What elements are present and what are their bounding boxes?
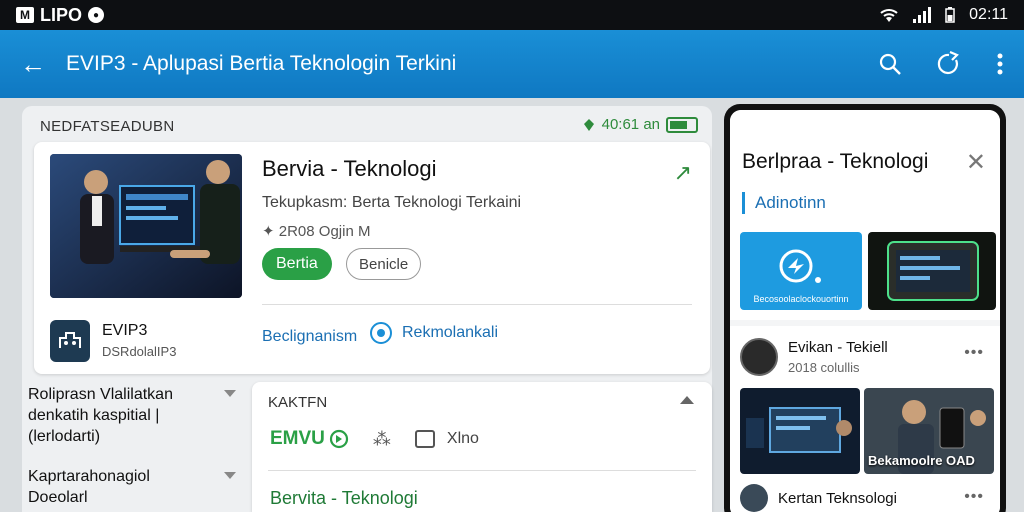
chat-action[interactable]: Xlno	[414, 430, 479, 448]
avatar	[740, 484, 768, 512]
featured-thumbnail[interactable]	[50, 154, 242, 298]
expand2-line1: Kaprtarahonagiol	[28, 468, 150, 485]
list-item-name: Evikan - Tekiell	[788, 339, 888, 356]
chat-icon	[414, 430, 435, 448]
target-icon	[370, 322, 392, 344]
chevron-down-icon	[224, 390, 236, 397]
phone-list: Evikan - Tekiell 2018 colullis ••• Bekam…	[730, 326, 1000, 512]
tab-indicator	[742, 192, 745, 214]
app-icon	[50, 320, 90, 362]
meta-icon: ✦	[262, 223, 279, 240]
chevron-down-icon	[224, 472, 236, 479]
card-link-1[interactable]: Beclignanism	[262, 328, 357, 346]
card-divider	[262, 304, 692, 305]
card-meta: ✦ 2R08 Ogjin M	[262, 222, 370, 240]
phone-tab-label: Adinotinn	[755, 193, 826, 212]
list-item[interactable]: Kertan Teknsologi	[740, 484, 897, 512]
chat-label: Xlno	[446, 430, 479, 447]
status-bar: M LIPO ● 02:11	[0, 0, 1024, 30]
more-horiz-icon[interactable]: •••	[964, 344, 984, 362]
more-horiz-icon[interactable]: •••	[964, 488, 984, 506]
primary-button[interactable]: Bertia	[262, 248, 332, 280]
status-time: 02:11	[969, 6, 1008, 23]
phone-tab[interactable]: Adinotinn	[742, 192, 826, 214]
people-icon[interactable]: ⁂	[373, 429, 391, 450]
secondary-card: KAKTFN EMVU ⁂ Xlno Bervita - Teknologi	[252, 382, 712, 512]
phone-title: Berlpraa - Teknologi	[742, 150, 929, 173]
list-image-1[interactable]	[740, 388, 860, 474]
list-item[interactable]: Evikan - Tekiell 2018 colullis	[740, 338, 888, 376]
list-image-2-caption: Bekamoolre OAD	[868, 453, 975, 468]
expandable-item-2[interactable]: Kaprtarahonagiol Doeolarl	[28, 466, 236, 508]
phone-panel: Berlpraa - Teknologi ✕ Adinotinn Becosoo…	[724, 104, 1006, 512]
wifi-icon	[880, 9, 898, 22]
list-item-sub: 2018 colullis	[788, 360, 860, 375]
secondary-footer-title[interactable]: Bervita - Teknologi	[270, 488, 418, 509]
green-label-group[interactable]: EMVU	[270, 428, 349, 450]
chevron-up-icon[interactable]	[680, 396, 694, 404]
back-arrow-icon[interactable]: ←	[20, 49, 60, 80]
outline-button[interactable]: Benicle	[346, 248, 422, 280]
panel-status-text: 40:61 an	[601, 116, 660, 133]
battery-status-icon	[945, 7, 955, 23]
close-icon[interactable]: ✕	[966, 148, 986, 177]
avatar	[740, 338, 778, 376]
more-vert-icon[interactable]	[996, 52, 1004, 76]
card-meta-text: 2R08 Ogjin M	[278, 223, 371, 240]
refresh-icon[interactable]	[936, 51, 962, 77]
search-icon[interactable]	[878, 52, 902, 76]
app-title: EVIP3 - Aplupasi Bertia Teknologin Terki…	[66, 52, 457, 75]
green-label: EMVU	[270, 428, 325, 449]
card-title: Bervia - Teknologi	[262, 156, 437, 181]
notification-icon: ●	[88, 7, 105, 23]
app-info[interactable]: EVIP3 DSRdolalIP3	[50, 320, 176, 362]
device-tile[interactable]	[868, 232, 996, 310]
panel-status: 40:61 an	[582, 116, 698, 133]
card-link-2-label: Rekmolankali	[402, 324, 499, 341]
battery-icon	[666, 116, 698, 133]
signal-icon	[913, 7, 932, 23]
brand-text: LIPO	[40, 4, 83, 25]
brand-badge: M	[16, 7, 34, 23]
secondary-card-header: KAKTFN	[268, 394, 328, 411]
panel-header: NEDFATSEADUBN	[40, 118, 175, 135]
secondary-divider	[268, 470, 696, 471]
phone-top-section: Berlpraa - Teknologi ✕ Adinotinn Becosoo…	[730, 110, 1000, 320]
card-subtitle: Tekupkasm: Berta Teknologi Terkaini	[262, 194, 522, 211]
list-item-name: Kertan Teknsologi	[778, 489, 897, 507]
refresh-green-icon	[329, 429, 349, 449]
blue-tile-label: Becosoolaclockouortinn	[753, 294, 849, 304]
expand2-line2: Doeolarl	[28, 489, 88, 506]
expand1-line3: (lerlodarti)	[28, 428, 101, 445]
expand1-line2: denkatih kaspitial |	[28, 407, 160, 424]
card-link-2[interactable]: Rekmolankali	[370, 322, 498, 344]
expandable-item-1[interactable]: Roliprasn Vlalilatkan denkatih kaspitial…	[28, 384, 236, 447]
list-image-2[interactable]: Bekamoolre OAD	[864, 388, 994, 474]
blue-tile[interactable]: Becosoolaclockouortinn	[740, 232, 862, 310]
status-brand: M LIPO ●	[16, 4, 105, 26]
share-arrow-icon[interactable]: ↗	[674, 160, 692, 186]
app-bar: ← EVIP3 - Aplupasi Bertia Teknologin Ter…	[0, 30, 1024, 98]
leaf-icon	[583, 118, 594, 131]
expand1-line1: Roliprasn Vlalilatkan	[28, 386, 173, 403]
app-sub: DSRdolalIP3	[102, 344, 177, 359]
app-name: EVIP3	[102, 322, 148, 339]
